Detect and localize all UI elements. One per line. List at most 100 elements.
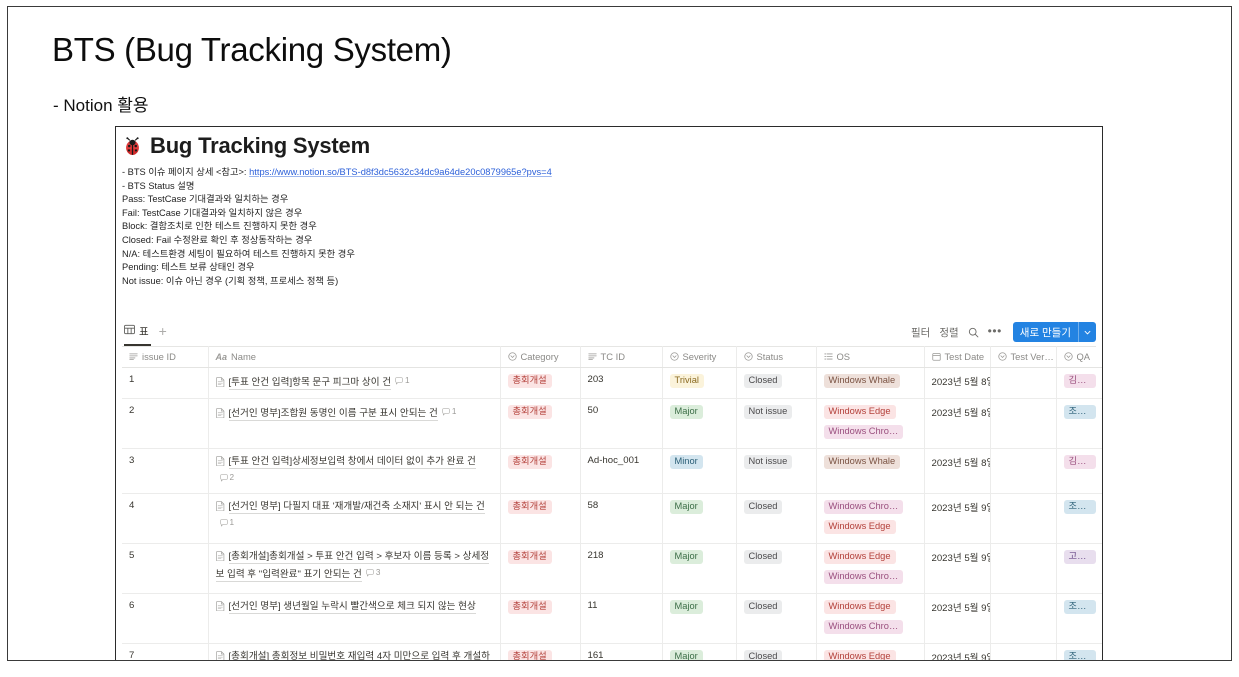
- cell-name[interactable]: [선거인 명부]조합원 동명인 이름 구분 표시 안되는 건 1: [208, 398, 501, 449]
- cell-tc-id[interactable]: 203: [580, 367, 663, 399]
- cell-os[interactable]: Windows EdgeWindows Chro…: [816, 593, 925, 644]
- cell-test-version[interactable]: [990, 643, 1057, 660]
- cell-severity[interactable]: Major: [662, 493, 737, 544]
- cell-name[interactable]: [투표 안건 입력]항목 문구 피그마 상이 건1: [208, 367, 501, 399]
- cell-category[interactable]: 총회개설: [500, 367, 581, 399]
- cell-severity[interactable]: Major: [662, 543, 737, 594]
- table-row[interactable]: 4 [선거인 명부] 다필지 대표 '재개발/재건축 소재지' 표시 안 되는 건…: [122, 493, 1102, 544]
- cell-status[interactable]: Not issue: [736, 448, 817, 494]
- chevron-down-icon[interactable]: [1079, 322, 1096, 342]
- issue-name[interactable]: [총회개설] 총회정보 비밀번호 재입력 4자 미만으로 입력 후 개설하기시 …: [215, 651, 490, 660]
- cell-category[interactable]: 총회개설: [500, 643, 581, 660]
- cell-os[interactable]: Windows EdgeWindows Chro…: [816, 398, 925, 449]
- cell-test-version[interactable]: [990, 593, 1057, 644]
- issue-name[interactable]: [투표 안건 입력]항목 문구 피그마 상이 건: [228, 377, 392, 390]
- column-header-qa[interactable]: QA: [1056, 346, 1102, 368]
- cell-status[interactable]: Closed: [736, 593, 817, 644]
- comment-count[interactable]: 3: [366, 566, 380, 580]
- cell-severity[interactable]: Minor: [662, 448, 737, 494]
- cell-name[interactable]: [총회개설] 총회정보 비밀번호 재입력 4자 미만으로 입력 후 개설하기시 …: [208, 643, 501, 660]
- cell-tc-id[interactable]: 58: [580, 493, 663, 544]
- comment-count[interactable]: 1: [219, 516, 234, 530]
- cell-name[interactable]: [선거인 명부] 다필지 대표 '재개발/재건축 소재지' 표시 안 되는 건 1: [208, 493, 501, 544]
- comment-count[interactable]: 2: [219, 471, 234, 485]
- cell-severity[interactable]: Trivial: [662, 367, 737, 399]
- cell-test-date[interactable]: 2023년 5월 8일: [924, 448, 991, 494]
- cell-tc-id[interactable]: 161: [580, 643, 663, 660]
- cell-name[interactable]: [총회개설]총회개설 > 투표 안건 입력 > 후보자 이름 등록 > 상세정보…: [208, 543, 501, 594]
- cell-qa[interactable]: 김주홍: [1056, 448, 1102, 494]
- cell-severity[interactable]: Major: [662, 593, 737, 644]
- cell-severity[interactable]: Major: [662, 398, 737, 449]
- cell-category[interactable]: 총회개설: [500, 593, 581, 644]
- search-icon[interactable]: [968, 327, 979, 338]
- cell-category[interactable]: 총회개설: [500, 543, 581, 594]
- cell-tc-id[interactable]: 218: [580, 543, 663, 594]
- table-row[interactable]: 1 [투표 안건 입력]항목 문구 피그마 상이 건 1 총회개설 203 Trivial…: [122, 367, 1102, 399]
- cell-status[interactable]: Closed: [736, 543, 817, 594]
- cell-tc-id[interactable]: 50: [580, 398, 663, 449]
- cell-test-date[interactable]: 2023년 5월 9일: [924, 643, 991, 660]
- cell-test-date[interactable]: 2023년 5월 9일: [924, 543, 991, 594]
- cell-test-date[interactable]: 2023년 5월 9일: [924, 593, 991, 644]
- column-header-name[interactable]: Aa Name: [208, 346, 501, 368]
- column-header-tc-id[interactable]: TC ID: [580, 346, 663, 368]
- issue-name[interactable]: [선거인 명부] 생년월일 누락시 빨간색으로 체크 되지 않는 현상: [228, 601, 476, 614]
- column-header-severity[interactable]: Severity: [662, 346, 737, 368]
- column-header-issue-id[interactable]: issue ID: [122, 346, 209, 368]
- more-options-icon[interactable]: •••: [988, 325, 1002, 337]
- table-row[interactable]: 6 [선거인 명부] 생년월일 누락시 빨간색으로 체크 되지 않는 현상 총회개설…: [122, 593, 1102, 644]
- issue-name[interactable]: [투표 안건 입력]상세정보입력 창에서 데이터 없이 추가 완료 건: [228, 456, 476, 469]
- tab-table-view[interactable]: 표: [124, 318, 151, 346]
- cell-os[interactable]: Windows Whale: [816, 367, 925, 399]
- cell-qa[interactable]: 조제일: [1056, 593, 1102, 644]
- cell-qa[interactable]: 고수영: [1056, 543, 1102, 594]
- table-row[interactable]: 2 [선거인 명부]조합원 동명인 이름 구분 표시 안되는 건 1 총회개설 50 Ma…: [122, 398, 1102, 449]
- cell-status[interactable]: Closed: [736, 643, 817, 660]
- cell-qa[interactable]: 조제일: [1056, 643, 1102, 660]
- cell-category[interactable]: 총회개설: [500, 448, 581, 494]
- comment-count[interactable]: 1: [395, 374, 410, 388]
- column-header-category[interactable]: Category: [500, 346, 581, 368]
- cell-name[interactable]: [선거인 명부] 생년월일 누락시 빨간색으로 체크 되지 않는 현상: [208, 593, 501, 644]
- cell-qa[interactable]: 조제일: [1056, 493, 1102, 544]
- cell-test-version[interactable]: [990, 543, 1057, 594]
- issue-name[interactable]: [총회개설]총회개설 > 투표 안건 입력 > 후보자 이름 등록 > 상세정보…: [215, 551, 490, 582]
- filter-button[interactable]: 필터: [911, 325, 930, 340]
- issue-name[interactable]: [선거인 명부] 다필지 대표 '재개발/재건축 소재지' 표시 안 되는 건: [228, 501, 485, 514]
- cell-os[interactable]: Windows Whale: [816, 448, 925, 494]
- cell-status[interactable]: Not issue: [736, 398, 817, 449]
- cell-os[interactable]: Windows EdgeWindows Chro…: [816, 643, 925, 660]
- cell-test-date[interactable]: 2023년 5월 9일: [924, 493, 991, 544]
- notion-page-link[interactable]: https://www.notion.so/BTS-d8f3dc5632c34d…: [249, 167, 552, 177]
- cell-test-version[interactable]: [990, 398, 1057, 449]
- cell-status[interactable]: Closed: [736, 367, 817, 399]
- cell-qa[interactable]: 김주홍: [1056, 367, 1102, 399]
- column-header-test-version[interactable]: Test Ver…: [990, 346, 1057, 368]
- cell-name[interactable]: [투표 안건 입력]상세정보입력 창에서 데이터 없이 추가 완료 건 2: [208, 448, 501, 494]
- add-view-button[interactable]: +: [159, 324, 167, 340]
- cell-test-date[interactable]: 2023년 5월 8일: [924, 367, 991, 399]
- column-header-os[interactable]: OS: [816, 346, 925, 368]
- cell-test-version[interactable]: [990, 493, 1057, 544]
- table-row[interactable]: 5 [총회개설]총회개설 > 투표 안건 입력 > 후보자 이름 등록 > 상세정…: [122, 543, 1102, 594]
- issue-name[interactable]: [선거인 명부]조합원 동명인 이름 구분 표시 안되는 건: [228, 408, 438, 421]
- cell-test-date[interactable]: 2023년 5월 8일: [924, 398, 991, 449]
- cell-os[interactable]: Windows Chro… Windows Edge: [816, 493, 925, 544]
- cell-category[interactable]: 총회개설: [500, 398, 581, 449]
- cell-test-version[interactable]: [990, 448, 1057, 494]
- cell-os[interactable]: Windows EdgeWindows Chro…: [816, 543, 925, 594]
- new-button[interactable]: 새로 만들기: [1012, 322, 1096, 342]
- column-header-test-date[interactable]: Test Date: [924, 346, 991, 368]
- comment-count[interactable]: 1: [442, 405, 456, 419]
- cell-category[interactable]: 총회개설: [500, 493, 581, 544]
- sort-button[interactable]: 정렬: [939, 325, 958, 340]
- cell-status[interactable]: Closed: [736, 493, 817, 544]
- cell-tc-id[interactable]: 11: [580, 593, 663, 644]
- table-row[interactable]: 7 [총회개설] 총회정보 비밀번호 재입력 4자 미만으로 입력 후 개설하기시…: [122, 643, 1102, 660]
- cell-severity[interactable]: Major: [662, 643, 737, 660]
- column-header-status[interactable]: Status: [736, 346, 817, 368]
- cell-test-version[interactable]: [990, 367, 1057, 399]
- cell-qa[interactable]: 조제일: [1056, 398, 1102, 449]
- cell-tc-id[interactable]: Ad-hoc_001: [580, 448, 663, 494]
